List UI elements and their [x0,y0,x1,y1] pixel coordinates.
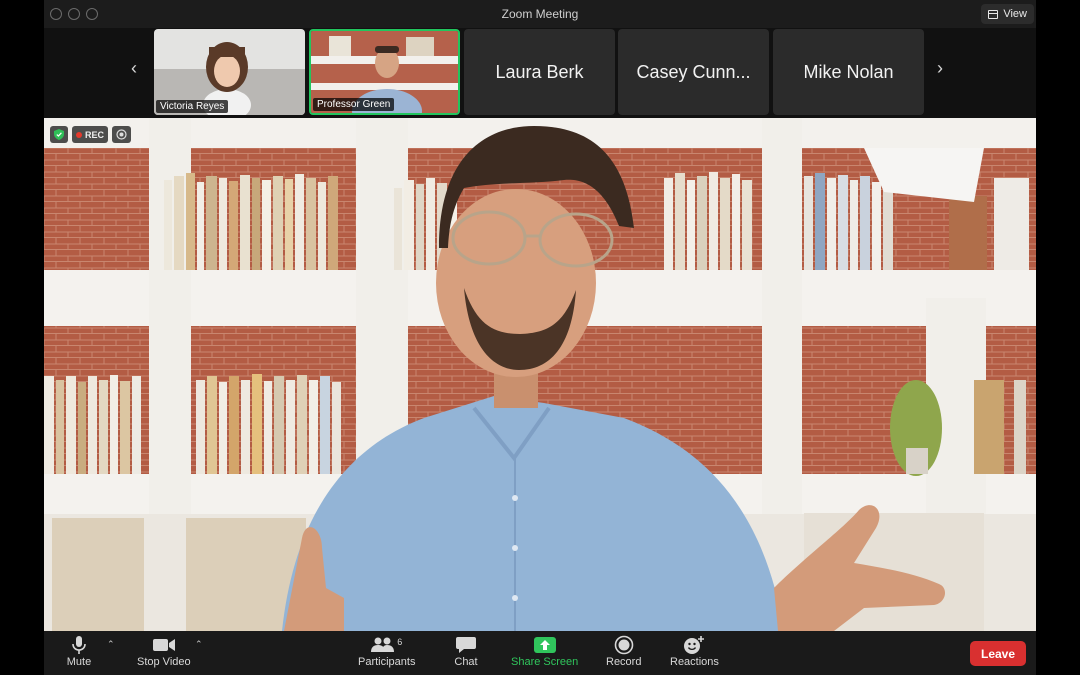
chat-label: Chat [454,656,478,668]
participant-tile-mike-nolan[interactable]: Mike Nolan [773,29,924,115]
mute-button[interactable]: Mute [66,634,92,668]
view-button[interactable]: View [981,4,1034,24]
participant-name-label: Mike Nolan [803,61,894,82]
chat-button[interactable]: Chat [453,634,479,668]
meeting-toolbar: Mute ⌃ Stop Video ⌃ 6 Participants Chat … [44,631,1036,675]
recording-badge[interactable]: REC [72,126,109,143]
stop-video-label: Stop Video [137,656,191,668]
video-camera-icon [151,634,177,656]
reactions-button[interactable]: Reactions [670,634,719,668]
recording-label: REC [85,129,105,140]
title-bar: Zoom Meeting View [44,0,1036,28]
reactions-label: Reactions [670,656,719,668]
stop-video-button[interactable]: Stop Video [137,634,191,668]
participant-tile-victoria-reyes[interactable]: Victoria Reyes [154,29,305,115]
record-label: Record [606,656,642,668]
participants-label: Participants [358,656,416,668]
microphone-icon [66,634,92,656]
main-video: REC [44,118,1036,631]
audio-options-chevron-icon[interactable]: ⌃ [107,639,115,650]
share-screen-button[interactable]: Share Screen [511,634,578,668]
chat-icon [453,634,479,656]
meeting-status-indicators: REC [50,126,132,143]
record-button[interactable]: Record [606,634,641,668]
shield-icon [54,129,64,140]
participants-button[interactable]: 6 Participants [358,634,415,668]
live-transcript-badge[interactable] [112,126,132,143]
participant-tile-casey[interactable]: Casey Cunn... [618,29,769,115]
participant-tile-laura-berk[interactable]: Laura Berk [464,29,615,115]
participant-name-label: Laura Berk [495,61,584,82]
share-screen-icon [532,634,558,656]
participant-tile-professor-green[interactable]: Professor Green [309,29,460,115]
encryption-badge[interactable] [50,126,68,143]
recording-dot-icon [76,131,82,138]
participants-count: 6 [397,637,403,647]
leave-button[interactable]: Leave [970,641,1026,666]
record-settings-icon [116,129,127,140]
participant-name-label: Casey Cunn... [636,61,751,82]
record-icon [611,634,637,656]
participant-name-label: Victoria Reyes [156,100,229,113]
view-button-label: View [1003,8,1027,20]
reactions-icon [681,634,707,656]
zoom-window: Zoom Meeting View ‹ Victoria Reyes Profe… [44,0,1036,675]
grid-view-icon [988,9,999,19]
video-options-chevron-icon[interactable]: ⌃ [195,639,203,650]
strip-next-arrow-icon[interactable]: › [937,58,943,79]
participants-icon: 6 [367,634,407,656]
participant-strip: ‹ Victoria Reyes Professor Green Laura B… [44,28,1036,118]
speaker-video-feed [44,118,1036,631]
participant-name-label: Professor Green [313,98,395,111]
mute-label: Mute [66,656,92,668]
strip-previous-arrow-icon[interactable]: ‹ [131,58,137,79]
window-title: Zoom Meeting [501,7,579,21]
share-screen-label: Share Screen [511,656,579,668]
